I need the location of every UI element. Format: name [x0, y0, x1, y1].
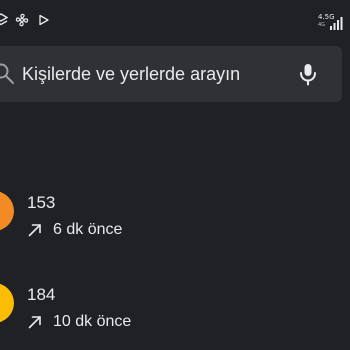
call-time: 6 dk önce: [53, 221, 123, 238]
status-bar: 4.5G 4G: [0, 0, 350, 36]
avatar: [0, 283, 14, 323]
search-input[interactable]: Kişilerde ve yerlerde arayın: [22, 63, 240, 85]
outgoing-call-arrow-icon: [28, 316, 41, 329]
search-bar[interactable]: Kişilerde ve yerlerde arayın: [0, 46, 342, 102]
list-item[interactable]: 184 10 dk önce: [0, 283, 350, 350]
contact-name: 184: [27, 285, 56, 304]
avatar: [0, 191, 14, 231]
signal-strength-icon: [330, 17, 343, 30]
dialer-screen: 4.5G 4G Kişilerde ve yerlerde arayın 153: [0, 0, 350, 350]
network-sub-label: 4G: [318, 22, 326, 28]
outgoing-call-arrow-icon: [28, 224, 41, 237]
contact-name: 153: [27, 193, 56, 212]
search-icon[interactable]: [0, 62, 16, 86]
list-item[interactable]: 153 6 dk önce: [0, 191, 350, 263]
mic-icon[interactable]: [295, 61, 321, 87]
call-time: 10 dk önce: [53, 313, 132, 330]
layers-icon: [0, 13, 8, 26]
play-icon: [39, 14, 49, 26]
network-status: 4.5G 4G: [318, 10, 348, 32]
pinwheel-icon: [15, 13, 29, 27]
